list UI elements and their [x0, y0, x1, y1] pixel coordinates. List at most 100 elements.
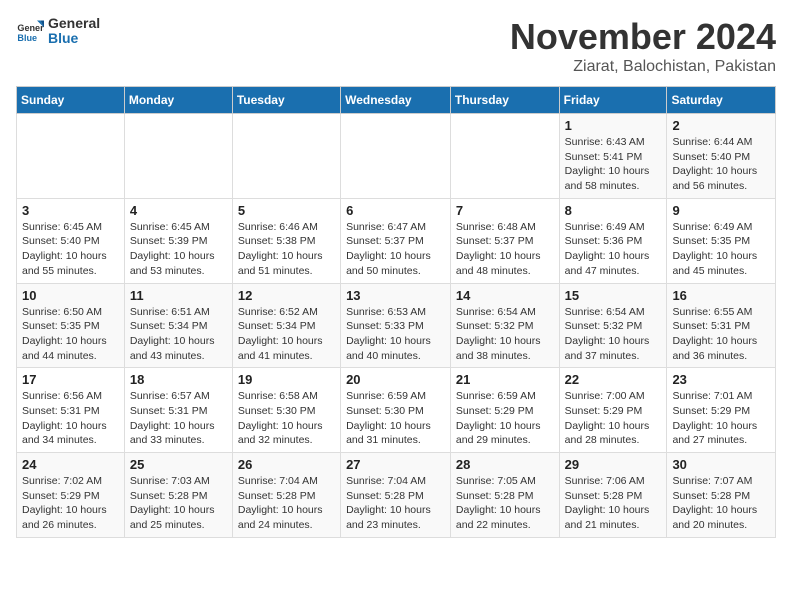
day-number: 25 [130, 457, 227, 472]
day-number: 9 [672, 203, 770, 218]
day-info: Sunrise: 6:43 AM Sunset: 5:41 PM Dayligh… [565, 135, 662, 194]
day-info: Sunrise: 6:56 AM Sunset: 5:31 PM Dayligh… [22, 389, 119, 448]
calendar-cell: 30 Sunrise: 7:07 AM Sunset: 5:28 PM Dayli… [667, 453, 776, 538]
day-info: Sunrise: 6:59 AM Sunset: 5:29 PM Dayligh… [456, 389, 554, 448]
day-info: Sunrise: 7:02 AM Sunset: 5:29 PM Dayligh… [22, 474, 119, 533]
calendar-cell: 10Sunrise: 6:50 AM Sunset: 5:35 PM Dayli… [17, 283, 125, 368]
logo-general: General [48, 16, 100, 31]
calendar-cell [232, 114, 340, 199]
day-info: Sunrise: 6:47 AM Sunset: 5:37 PM Dayligh… [346, 220, 445, 279]
day-info: Sunrise: 6:54 AM Sunset: 5:32 PM Dayligh… [565, 305, 662, 364]
calendar-cell: 23 Sunrise: 7:01 AM Sunset: 5:29 PM Dayli… [667, 368, 776, 453]
day-number: 2 [672, 118, 770, 133]
day-number: 12 [238, 288, 335, 303]
calendar-cell: 22Sunrise: 7:00 AM Sunset: 5:29 PM Dayli… [559, 368, 667, 453]
day-info: Sunrise: 6:50 AM Sunset: 5:35 PM Dayligh… [22, 305, 119, 364]
calendar-cell [124, 114, 232, 199]
day-info: Sunrise: 6:51 AM Sunset: 5:34 PM Dayligh… [130, 305, 227, 364]
calendar-cell: 6 Sunrise: 6:47 AM Sunset: 5:37 PM Daylig… [341, 198, 451, 283]
day-number: 5 [238, 203, 335, 218]
calendar-cell: 17 Sunrise: 6:56 AM Sunset: 5:31 PM Dayli… [17, 368, 125, 453]
day-number: 1 [565, 118, 662, 133]
day-info: Sunrise: 7:01 AM Sunset: 5:29 PM Dayligh… [672, 389, 770, 448]
calendar-cell: 26 Sunrise: 7:04 AM Sunset: 5:28 PM Dayli… [232, 453, 340, 538]
day-number: 18 [130, 372, 227, 387]
calendar-cell [17, 114, 125, 199]
day-number: 28 [456, 457, 554, 472]
month-title: November 2024 [510, 16, 776, 58]
calendar-cell: 11 Sunrise: 6:51 AM Sunset: 5:34 PM Dayli… [124, 283, 232, 368]
day-number: 7 [456, 203, 554, 218]
calendar-cell: 8 Sunrise: 6:49 AM Sunset: 5:36 PM Daylig… [559, 198, 667, 283]
calendar-header-row: SundayMondayTuesdayWednesdayThursdayFrid… [17, 87, 776, 114]
day-info: Sunrise: 6:48 AM Sunset: 5:37 PM Dayligh… [456, 220, 554, 279]
day-number: 30 [672, 457, 770, 472]
calendar-cell: 21 Sunrise: 6:59 AM Sunset: 5:29 PM Dayli… [450, 368, 559, 453]
weekday-header: Tuesday [232, 87, 340, 114]
calendar-cell: 25 Sunrise: 7:03 AM Sunset: 5:28 PM Dayli… [124, 453, 232, 538]
calendar-week-row: 10Sunrise: 6:50 AM Sunset: 5:35 PM Dayli… [17, 283, 776, 368]
calendar-cell: 27 Sunrise: 7:04 AM Sunset: 5:28 PM Dayli… [341, 453, 451, 538]
weekday-header: Thursday [450, 87, 559, 114]
day-number: 17 [22, 372, 119, 387]
calendar-cell [450, 114, 559, 199]
calendar-cell: 13Sunrise: 6:53 AM Sunset: 5:33 PM Dayli… [341, 283, 451, 368]
day-info: Sunrise: 6:55 AM Sunset: 5:31 PM Dayligh… [672, 305, 770, 364]
day-number: 21 [456, 372, 554, 387]
calendar-cell [341, 114, 451, 199]
calendar-cell: 16 Sunrise: 6:55 AM Sunset: 5:31 PM Dayli… [667, 283, 776, 368]
day-number: 14 [456, 288, 554, 303]
day-number: 26 [238, 457, 335, 472]
day-number: 15 [565, 288, 662, 303]
calendar-week-row: 1 Sunrise: 6:43 AM Sunset: 5:41 PM Daylig… [17, 114, 776, 199]
day-number: 13 [346, 288, 445, 303]
day-info: Sunrise: 7:04 AM Sunset: 5:28 PM Dayligh… [346, 474, 445, 533]
day-info: Sunrise: 6:59 AM Sunset: 5:30 PM Dayligh… [346, 389, 445, 448]
svg-text:Blue: Blue [17, 33, 37, 43]
weekday-header: Wednesday [341, 87, 451, 114]
calendar-week-row: 17 Sunrise: 6:56 AM Sunset: 5:31 PM Dayli… [17, 368, 776, 453]
day-info: Sunrise: 7:05 AM Sunset: 5:28 PM Dayligh… [456, 474, 554, 533]
day-info: Sunrise: 6:45 AM Sunset: 5:40 PM Dayligh… [22, 220, 119, 279]
calendar-cell: 9Sunrise: 6:49 AM Sunset: 5:35 PM Daylig… [667, 198, 776, 283]
day-number: 6 [346, 203, 445, 218]
day-info: Sunrise: 7:03 AM Sunset: 5:28 PM Dayligh… [130, 474, 227, 533]
day-number: 16 [672, 288, 770, 303]
day-info: Sunrise: 6:46 AM Sunset: 5:38 PM Dayligh… [238, 220, 335, 279]
day-info: Sunrise: 6:45 AM Sunset: 5:39 PM Dayligh… [130, 220, 227, 279]
page-header: General Blue General Blue November 2024 … [16, 16, 776, 76]
calendar-week-row: 3 Sunrise: 6:45 AM Sunset: 5:40 PM Daylig… [17, 198, 776, 283]
calendar-cell: 29 Sunrise: 7:06 AM Sunset: 5:28 PM Dayli… [559, 453, 667, 538]
calendar-cell: 24 Sunrise: 7:02 AM Sunset: 5:29 PM Dayli… [17, 453, 125, 538]
weekday-header: Monday [124, 87, 232, 114]
calendar-cell: 20Sunrise: 6:59 AM Sunset: 5:30 PM Dayli… [341, 368, 451, 453]
day-number: 24 [22, 457, 119, 472]
calendar-cell: 1 Sunrise: 6:43 AM Sunset: 5:41 PM Daylig… [559, 114, 667, 199]
logo-icon: General Blue [16, 17, 44, 45]
day-info: Sunrise: 7:06 AM Sunset: 5:28 PM Dayligh… [565, 474, 662, 533]
day-number: 27 [346, 457, 445, 472]
day-info: Sunrise: 7:04 AM Sunset: 5:28 PM Dayligh… [238, 474, 335, 533]
weekday-header: Saturday [667, 87, 776, 114]
day-number: 23 [672, 372, 770, 387]
calendar-cell: 2Sunrise: 6:44 AM Sunset: 5:40 PM Daylig… [667, 114, 776, 199]
calendar-cell: 18 Sunrise: 6:57 AM Sunset: 5:31 PM Dayli… [124, 368, 232, 453]
day-info: Sunrise: 6:52 AM Sunset: 5:34 PM Dayligh… [238, 305, 335, 364]
location-title: Ziarat, Balochistan, Pakistan [510, 58, 776, 76]
svg-text:General: General [17, 23, 44, 33]
day-number: 11 [130, 288, 227, 303]
day-number: 3 [22, 203, 119, 218]
day-info: Sunrise: 6:58 AM Sunset: 5:30 PM Dayligh… [238, 389, 335, 448]
day-info: Sunrise: 6:57 AM Sunset: 5:31 PM Dayligh… [130, 389, 227, 448]
calendar-cell: 28 Sunrise: 7:05 AM Sunset: 5:28 PM Dayli… [450, 453, 559, 538]
logo-blue: Blue [48, 31, 100, 46]
day-number: 8 [565, 203, 662, 218]
day-number: 29 [565, 457, 662, 472]
logo: General Blue General Blue [16, 16, 100, 47]
day-number: 4 [130, 203, 227, 218]
day-info: Sunrise: 7:07 AM Sunset: 5:28 PM Dayligh… [672, 474, 770, 533]
day-number: 22 [565, 372, 662, 387]
calendar-cell: 12 Sunrise: 6:52 AM Sunset: 5:34 PM Dayli… [232, 283, 340, 368]
day-info: Sunrise: 6:49 AM Sunset: 5:36 PM Dayligh… [565, 220, 662, 279]
calendar-cell: 15 Sunrise: 6:54 AM Sunset: 5:32 PM Dayli… [559, 283, 667, 368]
